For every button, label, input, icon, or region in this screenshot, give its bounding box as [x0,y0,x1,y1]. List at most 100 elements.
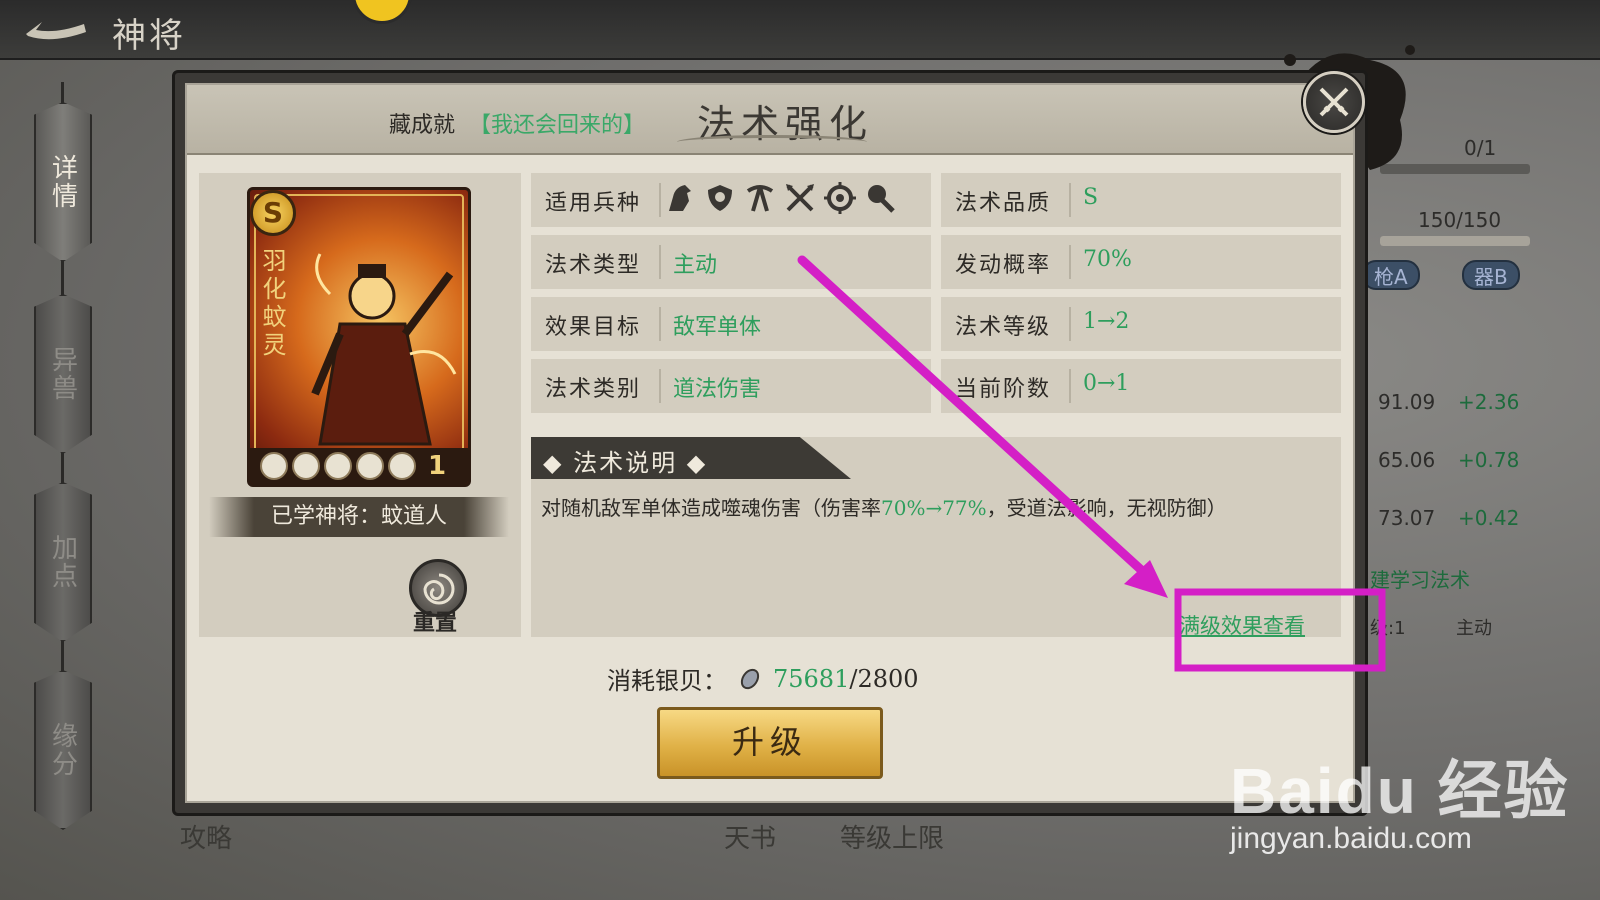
cost-label: 消耗银贝： [607,667,727,695]
crossed-swords-icon [1319,87,1349,117]
learn-spell-link[interactable]: 建学习法术 [1370,564,1470,593]
badge-a: 枪A [1362,260,1420,290]
target-icon [824,182,856,214]
divider [1069,369,1071,403]
reset-label[interactable]: 重置 [413,605,457,637]
attr-value: 主动 [673,253,718,278]
dialog-header: 藏成就 【我还会回来的】 法术强化 [187,85,1353,155]
tab-points[interactable]: 加点 [34,482,92,642]
attr-label: 法术类别 [545,377,642,402]
divider [1069,245,1071,279]
tab-fate[interactable]: 缘分 [34,670,92,830]
attr-label: 发动概率 [955,253,1052,278]
tab-details-label: 详情 [47,154,78,210]
type-text: 主动 [1456,618,1492,639]
swirl-icon [423,573,455,605]
back-arrow-icon[interactable] [22,14,92,48]
tab-details[interactable]: 详情 [34,102,92,262]
spell-enhance-dialog: 藏成就 【我还会回来的】 法术强化 S 羽化蚊灵 1 已学神将：蚊道人 重置 适… [172,70,1368,816]
attr-value: S [1083,185,1099,210]
achievement-label: 藏成就 [389,113,456,138]
attr-row-effect-target: 效果目标 敌军单体 [531,297,931,351]
page-title: 神将 [112,16,186,56]
stat-value: 73.07 [1378,506,1436,530]
tab-points-label: 加点 [47,534,78,590]
divider [659,183,661,217]
progress-b-bar [1380,236,1530,246]
crossbow-icon [746,185,774,212]
unit-type-icons [663,181,897,215]
max-level-effect-link[interactable]: 满级效果查看 [1179,610,1305,640]
progress-a-text: 0/1 [1464,136,1497,160]
stat-value: 65.06 [1378,448,1436,472]
attr-row-quality: 法术品质 S [941,173,1341,227]
attr-row-unit-types: 适用兵种 [531,173,931,227]
divider [1069,183,1071,217]
attr-row-current-tier: 当前阶数 0→1 [941,359,1341,413]
horse-icon [669,185,691,211]
close-button[interactable] [1303,71,1365,133]
level-text: 级:1 [1370,618,1406,639]
divider [659,245,661,279]
attr-label: 法术类型 [545,253,642,278]
attr-value: 敌军单体 [673,315,762,340]
ghost-text: 攻略 [180,824,233,854]
description-text: 对随机敌军单体造成噬魂伤害（伤害率70%→77%，受道法影响，无视防御） [541,495,1321,521]
progress-b-fill [1380,236,1530,246]
attr-row-trigger-rate: 发动概率 70% [941,235,1341,289]
background-stats-panel: 0/1 150/150 枪A 器B 91.09 +2.36 65.06 +0.7… [1340,120,1570,720]
tab-beasts[interactable]: 异兽 [34,294,92,454]
taoist-figure-illustration [311,253,457,446]
attr-label: 法术品质 [955,191,1052,216]
cost-need: /2800 [849,664,919,693]
attr-label: 法术等级 [955,315,1052,340]
spell-description-panel: ◆ 法术说明 ◆ 对随机敌军单体造成噬魂伤害（伤害率70%→77%，受道法影响，… [531,437,1341,637]
attr-value: 道法伤害 [673,377,762,402]
attr-value: 1→2 [1083,309,1130,334]
progress-b-text: 150/150 [1418,208,1502,232]
crossed-spears-icon [786,184,814,212]
achievement-value: 【我还会回来的】 [469,113,646,138]
stat-delta: +0.42 [1458,506,1520,530]
stat-value: 91.09 [1378,390,1436,414]
silver-shell-icon [740,668,760,689]
card-grade-badge: S [250,190,296,236]
ghost-text: 天书 [724,824,777,854]
hammer-icon [868,185,895,213]
attr-label: 当前阶数 [955,377,1052,402]
stat-delta: +0.78 [1458,448,1520,472]
star-icon [356,452,384,480]
card-name: 羽化蚊灵 [258,248,286,360]
learned-general-banner: 已学神将：蚊道人 [209,497,509,537]
tab-beasts-label: 异兽 [47,346,78,402]
divider [659,307,661,341]
attr-label: 适用兵种 [545,191,642,216]
cost-amount: 75681/2800 [773,665,919,693]
description-part: 对随机敌军单体造成噬魂伤害（伤害率 [541,496,881,520]
attr-label: 效果目标 [545,315,642,340]
baidu-watermark-url: jingyan.baidu.com [1230,822,1472,855]
attr-row-spell-category: 法术类别 道法伤害 [531,359,931,413]
description-highlight: 70%→77% [881,496,987,520]
attr-row-spell-type: 法术类型 主动 [531,235,931,289]
title-underline [677,135,867,149]
description-heading: ◆ 法术说明 ◆ [543,449,708,477]
star-icon [292,452,320,480]
card-level: 1 [428,451,447,481]
dialog-body: 藏成就 【我还会回来的】 法术强化 S 羽化蚊灵 1 已学神将：蚊道人 重置 适… [185,83,1355,803]
cost-row: 消耗银贝： 75681/2800 [607,661,919,696]
stat-delta: +2.36 [1458,390,1520,414]
card-stars-bar: 1 [250,448,468,484]
star-icon [324,452,352,480]
upgrade-button[interactable]: 升级 [657,707,883,779]
attr-value: 70% [1083,247,1132,272]
attr-value: 0→1 [1083,371,1130,396]
star-icon [260,452,288,480]
baidu-watermark-logo: Baidu 经验 [1230,755,1570,827]
spell-card: S 羽化蚊灵 1 [247,187,471,487]
description-heading-plate: ◆ 法术说明 ◆ [531,437,851,479]
badge-b: 器B [1462,260,1520,290]
attr-row-spell-level: 法术等级 1→2 [941,297,1341,351]
description-part: ，受道法影响，无视防御） [986,496,1227,520]
ghost-text: 等级上限 [840,824,945,854]
